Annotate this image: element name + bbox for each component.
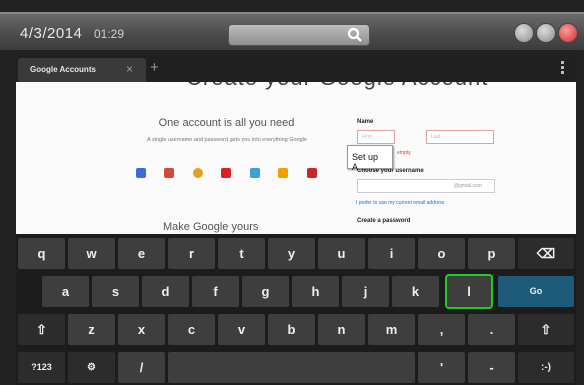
first-name-field[interactable]: First <box>357 130 395 144</box>
menu-icon[interactable] <box>561 61 564 76</box>
page-banner: Create your Google Account <box>186 82 488 91</box>
tab-strip: Google Accounts × + <box>16 55 576 82</box>
key-l[interactable]: l <box>445 274 493 309</box>
mail-icon[interactable] <box>514 23 534 43</box>
plus-icon <box>306 168 317 178</box>
name-label: Name <box>357 119 374 125</box>
tab-close-icon[interactable]: × <box>126 62 133 76</box>
key-c[interactable]: c <box>168 314 215 345</box>
key-z[interactable]: z <box>68 314 115 345</box>
date-display: 4/3/2014 <box>20 25 83 42</box>
key-g[interactable]: g <box>242 276 289 307</box>
key-j[interactable]: j <box>342 276 389 307</box>
play-icon <box>278 168 289 178</box>
shift-key-right[interactable]: ⇧ <box>518 314 574 345</box>
key-e[interactable]: e <box>118 238 165 269</box>
apostrophe-key[interactable]: ' <box>418 352 465 383</box>
backspace-key[interactable]: ⌫ <box>518 238 574 269</box>
key-u[interactable]: u <box>318 238 365 269</box>
drive-icon <box>136 168 146 178</box>
last-name-field[interactable]: Last <box>426 130 494 144</box>
key-a[interactable]: a <box>42 276 89 307</box>
comma-key[interactable]: , <box>418 314 465 345</box>
key-d[interactable]: d <box>142 276 189 307</box>
power-icon[interactable] <box>558 23 578 43</box>
tab-label: Google Accounts <box>30 65 96 74</box>
use-email-link[interactable]: I prefer to use my current email address <box>356 200 444 206</box>
key-w[interactable]: w <box>68 238 115 269</box>
comma-label: , <box>439 322 444 337</box>
key-h[interactable]: h <box>292 276 339 307</box>
status-bar: 4/3/2014 01:29 <box>0 12 584 50</box>
chrome-icon <box>192 168 203 178</box>
maps-icon <box>249 168 260 178</box>
slash-key[interactable]: / <box>118 352 165 383</box>
username-field[interactable]: @gmail.com <box>357 179 495 193</box>
key-o[interactable]: o <box>418 238 465 269</box>
tooltip: Set up A... <box>347 145 393 172</box>
tagline: One account is all you need <box>158 117 295 129</box>
subtitle: A single username and password gets you … <box>147 137 307 143</box>
key-v[interactable]: v <box>218 314 265 345</box>
period-label: . <box>489 322 494 337</box>
dash-key[interactable]: - <box>468 352 515 383</box>
key-s[interactable]: s <box>92 276 139 307</box>
key-y[interactable]: y <box>268 238 315 269</box>
key-k[interactable]: k <box>392 276 439 307</box>
tooltip-text: Set up A... <box>352 152 379 172</box>
gmail-icon <box>164 168 175 178</box>
period-key[interactable]: . <box>468 314 515 345</box>
make-google-yours: Make Google yours <box>163 221 259 233</box>
time-display: 01:29 <box>94 27 125 41</box>
shift-key-left[interactable]: ⇧ <box>18 314 65 345</box>
new-tab-button[interactable]: + <box>150 59 159 76</box>
web-page: Create your Google Account One account i… <box>16 82 576 240</box>
settings-key[interactable]: ⚙ <box>68 352 115 383</box>
key-r[interactable]: r <box>168 238 215 269</box>
key-f[interactable]: f <box>192 276 239 307</box>
password-label: Create a password <box>357 218 411 224</box>
go-key[interactable]: Go <box>498 276 574 307</box>
key-b[interactable]: b <box>268 314 315 345</box>
symbols-key[interactable]: ?123 <box>18 352 65 383</box>
key-t[interactable]: t <box>218 238 265 269</box>
on-screen-keyboard: q w e r t y u i o p ⌫ a s d f g h j k l … <box>16 234 576 385</box>
tab-google-accounts[interactable]: Google Accounts × <box>18 58 146 82</box>
error-text: empty. <box>397 150 412 156</box>
key-q[interactable]: q <box>18 238 65 269</box>
key-m[interactable]: m <box>368 314 415 345</box>
last-name-placeholder: Last <box>431 134 441 140</box>
search-icon <box>347 27 362 42</box>
gmail-suffix: @gmail.com <box>454 183 482 189</box>
key-p[interactable]: p <box>468 238 515 269</box>
key-i[interactable]: i <box>368 238 415 269</box>
key-n[interactable]: n <box>318 314 365 345</box>
space-key[interactable] <box>168 352 415 383</box>
youtube-icon <box>221 168 232 178</box>
smiley-key[interactable]: :-) <box>518 352 574 383</box>
settings-icon[interactable] <box>536 23 556 43</box>
screen: 4/3/2014 01:29 Google Accounts × + Creat… <box>0 0 584 385</box>
key-x[interactable]: x <box>118 314 165 345</box>
first-name-placeholder: First <box>362 134 372 140</box>
google-products-icons <box>136 165 331 183</box>
search-bar[interactable] <box>228 24 370 46</box>
